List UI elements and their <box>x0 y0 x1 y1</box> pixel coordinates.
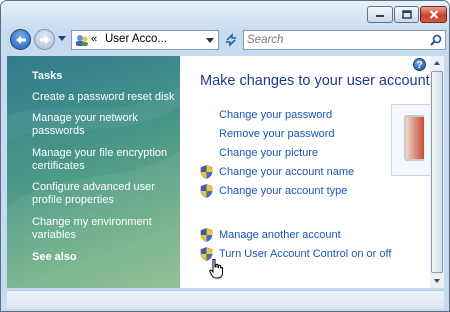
link-remove-password[interactable]: Remove your password <box>219 128 335 140</box>
title-bar <box>1 1 449 29</box>
forward-button[interactable] <box>34 29 55 50</box>
back-arrow-icon <box>15 35 26 44</box>
control-panel-window: « User Acco... Tasks Create a password r… <box>0 0 450 312</box>
account-picture <box>391 104 430 176</box>
uac-shield-icon <box>200 228 213 242</box>
breadcrumb-current[interactable]: User Acco... <box>105 33 167 45</box>
close-button[interactable] <box>420 6 447 23</box>
search-box[interactable] <box>243 30 446 50</box>
see-also-heading: See also <box>32 251 77 263</box>
task-change-environment-variables[interactable]: Change my environment variables <box>32 216 177 242</box>
search-icon[interactable] <box>430 34 442 46</box>
address-bar[interactable]: « User Acco... <box>71 30 219 50</box>
refresh-icon <box>226 33 236 47</box>
task-configure-profile-properties[interactable]: Configure advanced user profile properti… <box>32 181 177 207</box>
forward-arrow-icon <box>39 35 50 44</box>
link-change-account-name[interactable]: Change your account name <box>219 166 354 178</box>
close-icon <box>429 10 438 19</box>
back-button[interactable] <box>10 29 31 50</box>
chevron-down-icon[interactable] <box>206 38 214 43</box>
tasks-pane: Tasks Create a password reset disk Manag… <box>7 56 180 288</box>
minimize-button[interactable] <box>367 6 393 23</box>
link-change-picture[interactable]: Change your picture <box>219 147 318 159</box>
search-input[interactable] <box>247 32 422 47</box>
account-picture-image <box>404 115 424 161</box>
scrollbar-thumb[interactable] <box>431 71 443 273</box>
hand-pointer-cursor-icon <box>209 259 223 279</box>
task-manage-network-passwords[interactable]: Manage your network passwords <box>32 112 177 138</box>
help-icon[interactable]: ? <box>413 58 426 71</box>
vertical-scrollbar[interactable] <box>430 56 444 288</box>
uac-shield-icon <box>200 184 213 198</box>
scroll-up-arrow-icon[interactable] <box>430 56 444 70</box>
link-turn-uac-on-off[interactable]: Turn User Account Control on or off <box>219 248 391 260</box>
page-title: Make changes to your user account <box>200 73 430 89</box>
link-manage-another-account[interactable]: Manage another account <box>219 229 341 241</box>
link-change-password[interactable]: Change your password <box>219 109 332 121</box>
maximize-button[interactable] <box>394 6 419 23</box>
refresh-button[interactable] <box>221 30 241 50</box>
main-content: Make changes to your user account Change… <box>180 56 430 288</box>
uac-shield-icon <box>200 165 213 179</box>
task-create-password-reset-disk[interactable]: Create a password reset disk <box>32 91 177 104</box>
user-accounts-icon <box>76 35 88 46</box>
scroll-down-arrow-icon[interactable] <box>430 274 444 288</box>
task-manage-encryption-certificates[interactable]: Manage your file encryption certificates <box>32 147 177 173</box>
breadcrumb-overflow-icon[interactable]: « <box>91 33 97 45</box>
minimize-icon <box>376 14 384 17</box>
status-bar <box>7 290 444 309</box>
address-toolbar: « User Acco... <box>1 27 449 53</box>
maximize-icon <box>401 10 412 19</box>
tasks-heading: Tasks <box>32 70 63 82</box>
recent-pages-dropdown-icon[interactable] <box>58 36 66 42</box>
link-change-account-type[interactable]: Change your account type <box>219 185 347 197</box>
